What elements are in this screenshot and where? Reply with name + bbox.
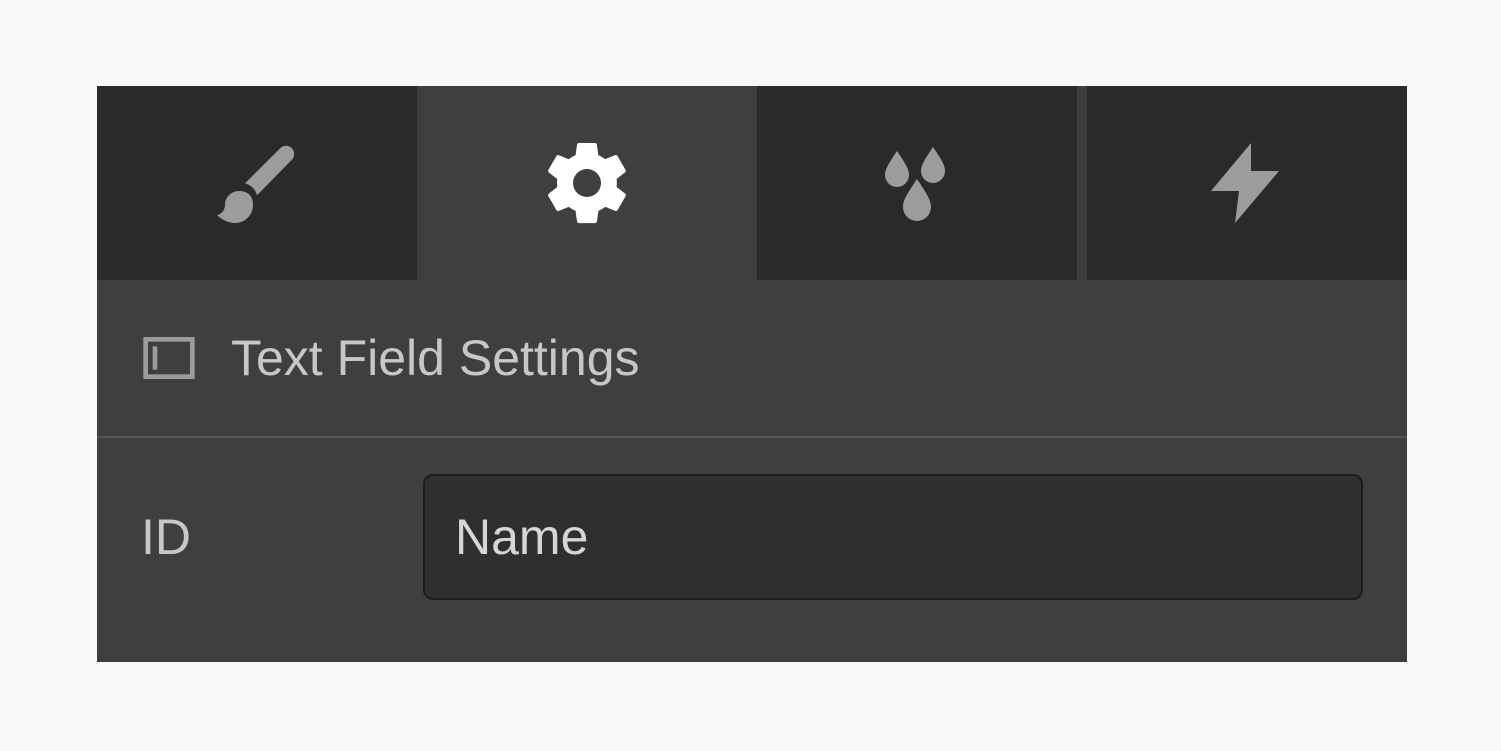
section-title: Text Field Settings	[231, 329, 640, 387]
text-field-icon	[141, 330, 197, 386]
effects-tab[interactable]	[757, 86, 1077, 280]
brush-tab[interactable]	[97, 86, 417, 280]
actions-tab[interactable]	[1087, 86, 1407, 280]
settings-tab[interactable]	[427, 86, 747, 280]
bolt-icon	[1199, 135, 1295, 231]
inspector-panel: Text Field Settings ID	[97, 86, 1407, 662]
inspector-tabstrip	[97, 86, 1407, 280]
droplets-icon	[869, 135, 965, 231]
brush-icon	[209, 135, 305, 231]
id-input[interactable]	[423, 474, 1363, 600]
id-row: ID	[97, 438, 1407, 600]
id-label: ID	[141, 508, 423, 566]
section-header: Text Field Settings	[97, 280, 1407, 438]
gear-icon	[539, 135, 635, 231]
